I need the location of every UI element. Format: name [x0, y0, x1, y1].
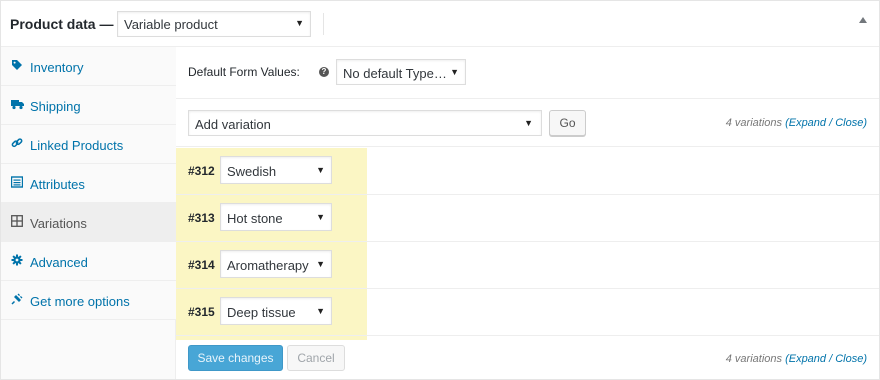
sidebar-item-label: Variations: [30, 216, 87, 231]
plugin-icon: [10, 293, 24, 307]
variation-type-value: Hot stone: [227, 211, 283, 226]
collapse-arrow-icon[interactable]: [859, 17, 867, 23]
product-type-select[interactable]: Variable product ▼: [117, 11, 311, 37]
default-form-values-row: Default Form Values: ? No default Type… …: [176, 47, 879, 99]
sidebar-item-linked-products[interactable]: Linked Products: [1, 125, 176, 164]
variation-id: #312: [188, 164, 215, 178]
link-icon: [10, 137, 24, 151]
add-variation-value: Add variation: [195, 117, 271, 132]
header-divider: [323, 13, 324, 35]
add-variation-select[interactable]: Add variation ▼: [188, 110, 542, 136]
product-data-tabs: Inventory Shipping Linked Products Attri…: [1, 47, 176, 379]
go-button[interactable]: Go: [549, 110, 586, 136]
variations-count-text: 4 variations: [725, 117, 786, 129]
variation-type-select[interactable]: Hot stone ▼: [220, 203, 332, 231]
expand-close-link[interactable]: (Expand / Close): [785, 117, 867, 129]
save-row: Save changes Cancel 4 variations (Expand…: [176, 340, 879, 379]
truck-icon: [10, 98, 24, 112]
variations-count: 4 variations (Expand / Close): [726, 117, 867, 129]
product-type-value: Variable product: [124, 17, 218, 32]
dropdown-arrow-icon: ▼: [450, 67, 459, 77]
sidebar-item-label: Shipping: [30, 99, 81, 114]
variation-type-value: Deep tissue: [227, 305, 296, 320]
product-data-header: Product data — Variable product ▼: [1, 1, 879, 47]
default-type-value: No default Type…: [343, 66, 447, 81]
sidebar-item-label: Inventory: [30, 60, 84, 75]
variations-panel: Default Form Values: ? No default Type… …: [176, 47, 879, 379]
variation-type-value: Aromatherapy: [227, 258, 309, 273]
save-changes-button[interactable]: Save changes: [188, 345, 283, 371]
add-variation-row: Add variation ▼ Go 4 variations (Expand …: [176, 99, 879, 147]
panel-title: Product data —: [10, 16, 114, 32]
sidebar-item-attributes[interactable]: Attributes: [1, 164, 176, 203]
variation-type-select[interactable]: Aromatherapy ▼: [220, 250, 332, 278]
dropdown-arrow-icon: ▼: [316, 212, 325, 222]
help-icon[interactable]: ?: [319, 67, 329, 77]
sidebar-item-advanced[interactable]: Advanced: [1, 242, 176, 281]
product-data-panel: Product data — Variable product ▼ Invent…: [0, 0, 880, 380]
tag-icon: [10, 59, 24, 73]
dropdown-arrow-icon: ▼: [316, 306, 325, 316]
variation-type-select[interactable]: Swedish ▼: [220, 156, 332, 184]
variation-type-value: Swedish: [227, 164, 277, 179]
sidebar-item-get-more-options[interactable]: Get more options: [1, 281, 176, 320]
cancel-button[interactable]: Cancel: [287, 345, 345, 371]
variations-count-text: 4 variations: [725, 353, 786, 365]
variations-count-footer: 4 variations (Expand / Close): [726, 353, 867, 365]
dropdown-arrow-icon: ▼: [316, 165, 325, 175]
variation-id: #315: [188, 305, 215, 319]
gear-icon: [10, 254, 24, 268]
variation-id: #313: [188, 211, 215, 225]
variation-row[interactable]: #312 Swedish ▼: [176, 148, 879, 195]
sidebar-item-inventory[interactable]: Inventory: [1, 47, 176, 86]
expand-close-link[interactable]: (Expand / Close): [785, 353, 867, 365]
sidebar-item-shipping[interactable]: Shipping: [1, 86, 176, 125]
variation-id: #314: [188, 258, 215, 272]
default-form-values-label: Default Form Values:: [188, 65, 300, 79]
sidebar-item-label: Linked Products: [30, 138, 124, 153]
grid-icon: [10, 215, 24, 229]
sidebar-item-label: Attributes: [30, 177, 85, 192]
sidebar-item-variations[interactable]: Variations: [1, 203, 176, 242]
list-icon: [10, 176, 24, 190]
variation-row[interactable]: #313 Hot stone ▼: [176, 195, 879, 242]
dropdown-arrow-icon: ▼: [524, 118, 533, 128]
variation-row[interactable]: #315 Deep tissue ▼: [176, 289, 879, 336]
sidebar-item-label: Get more options: [30, 294, 130, 309]
variation-row[interactable]: #314 Aromatherapy ▼: [176, 242, 879, 289]
default-type-select[interactable]: No default Type… ▼: [336, 59, 466, 85]
variation-type-select[interactable]: Deep tissue ▼: [220, 297, 332, 325]
sidebar-item-label: Advanced: [30, 255, 88, 270]
dropdown-arrow-icon: ▼: [316, 259, 325, 269]
dropdown-arrow-icon: ▼: [295, 18, 304, 28]
